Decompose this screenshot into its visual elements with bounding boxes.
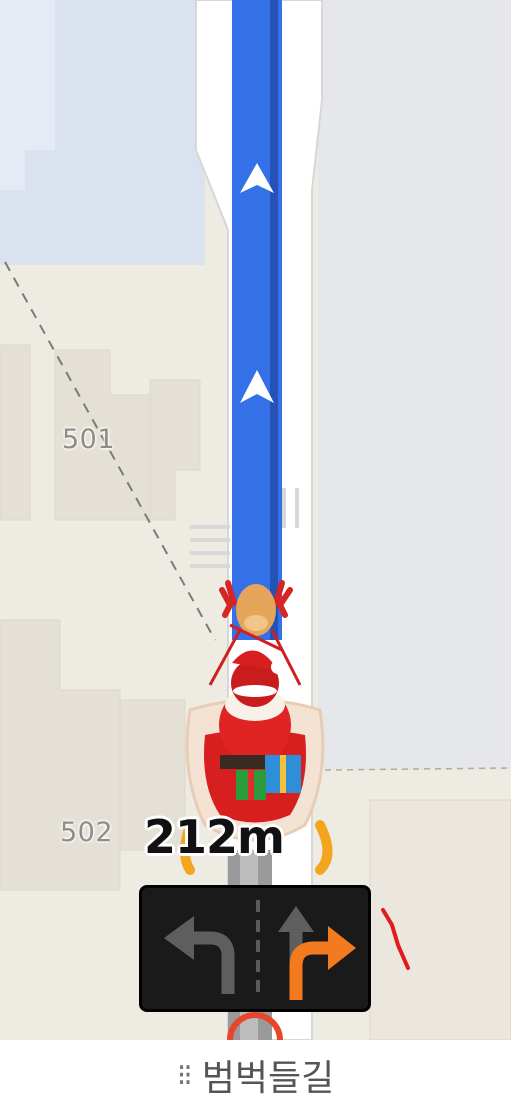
lane-guidance-panel xyxy=(139,885,371,1012)
lane-straight-right xyxy=(260,888,372,1009)
road-name-label: 범벅들길 xyxy=(201,1058,335,1099)
map-view[interactable]: 501 502 212m xyxy=(0,0,511,1040)
building-number-501: 501 xyxy=(62,424,116,455)
distance-to-turn: 212m xyxy=(144,810,285,864)
straight-right-turn-arrow-icon xyxy=(278,906,356,1000)
road-icon: ⁝⁝ xyxy=(176,1057,193,1093)
lane-left-turn xyxy=(142,888,254,1009)
building-number-502: 502 xyxy=(60,817,114,848)
left-turn-arrow-icon xyxy=(164,916,235,994)
road-name-container: ⁝⁝ 범벅들길 xyxy=(177,1049,335,1101)
road-name-bar: ⁝⁝ 범벅들길 xyxy=(0,1040,511,1110)
map-canvas xyxy=(0,0,511,1040)
